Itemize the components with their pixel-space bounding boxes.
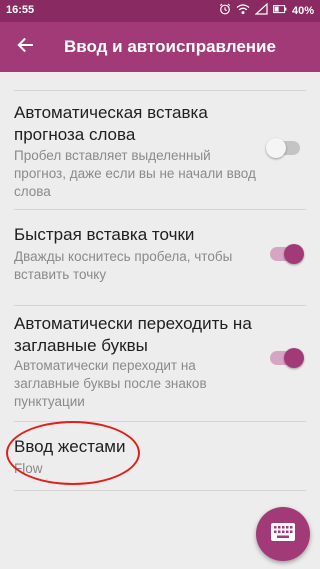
pref-summary: Дважды коснитесь пробела, чтобы вставить… bbox=[14, 249, 233, 282]
pref-summary: Flow bbox=[14, 461, 43, 476]
arrow-back-icon bbox=[16, 36, 34, 59]
switch-thumb bbox=[284, 348, 304, 368]
switch-thumb bbox=[284, 244, 304, 264]
pref-gesture-typing[interactable]: Ввод жестами Flow bbox=[0, 422, 320, 490]
auto-insert-prediction-switch[interactable] bbox=[266, 138, 300, 158]
status-icons: 40% bbox=[219, 2, 314, 18]
battery-icon bbox=[273, 3, 287, 18]
pref-title: Ввод жестами bbox=[14, 437, 126, 456]
settings-screen: 16:55 40% Ввод и автоисправление Автомат… bbox=[0, 0, 320, 569]
keyboard-icon bbox=[270, 522, 296, 547]
pref-summary: Автоматически переходит на заглавные бук… bbox=[14, 358, 207, 409]
app-bar: Ввод и автоисправление bbox=[0, 22, 320, 72]
pref-summary: Пробел вставляет выделенный прогноз, даж… bbox=[14, 148, 256, 199]
pref-title: Автоматически переходить на заглавные бу… bbox=[14, 314, 252, 355]
wifi-icon bbox=[236, 3, 250, 18]
status-time: 16:55 bbox=[6, 4, 35, 16]
alarm-icon bbox=[219, 3, 231, 18]
battery-percent: 40% bbox=[291, 4, 314, 17]
pref-auto-insert-prediction[interactable]: Автоматическая вставка прогноза слова Пр… bbox=[0, 91, 320, 209]
divider bbox=[14, 490, 306, 491]
signal-icon bbox=[254, 2, 268, 18]
page-title: Ввод и автоисправление bbox=[64, 37, 276, 56]
auto-capitalize-switch[interactable] bbox=[270, 348, 304, 368]
back-button[interactable] bbox=[6, 28, 44, 66]
keyboard-fab-button[interactable] bbox=[256, 507, 310, 561]
pref-auto-capitalize[interactable]: Автоматически переходить на заглавные бу… bbox=[0, 306, 320, 422]
status-bar: 16:55 40% bbox=[0, 0, 320, 22]
pref-title: Быстрая вставка точки bbox=[14, 225, 195, 244]
quick-period-switch[interactable] bbox=[270, 244, 304, 264]
pref-title: Автоматическая вставка прогноза слова bbox=[14, 103, 208, 144]
switch-thumb bbox=[266, 138, 286, 158]
pref-quick-period[interactable]: Быстрая вставка точки Дважды коснитесь п… bbox=[0, 210, 320, 306]
